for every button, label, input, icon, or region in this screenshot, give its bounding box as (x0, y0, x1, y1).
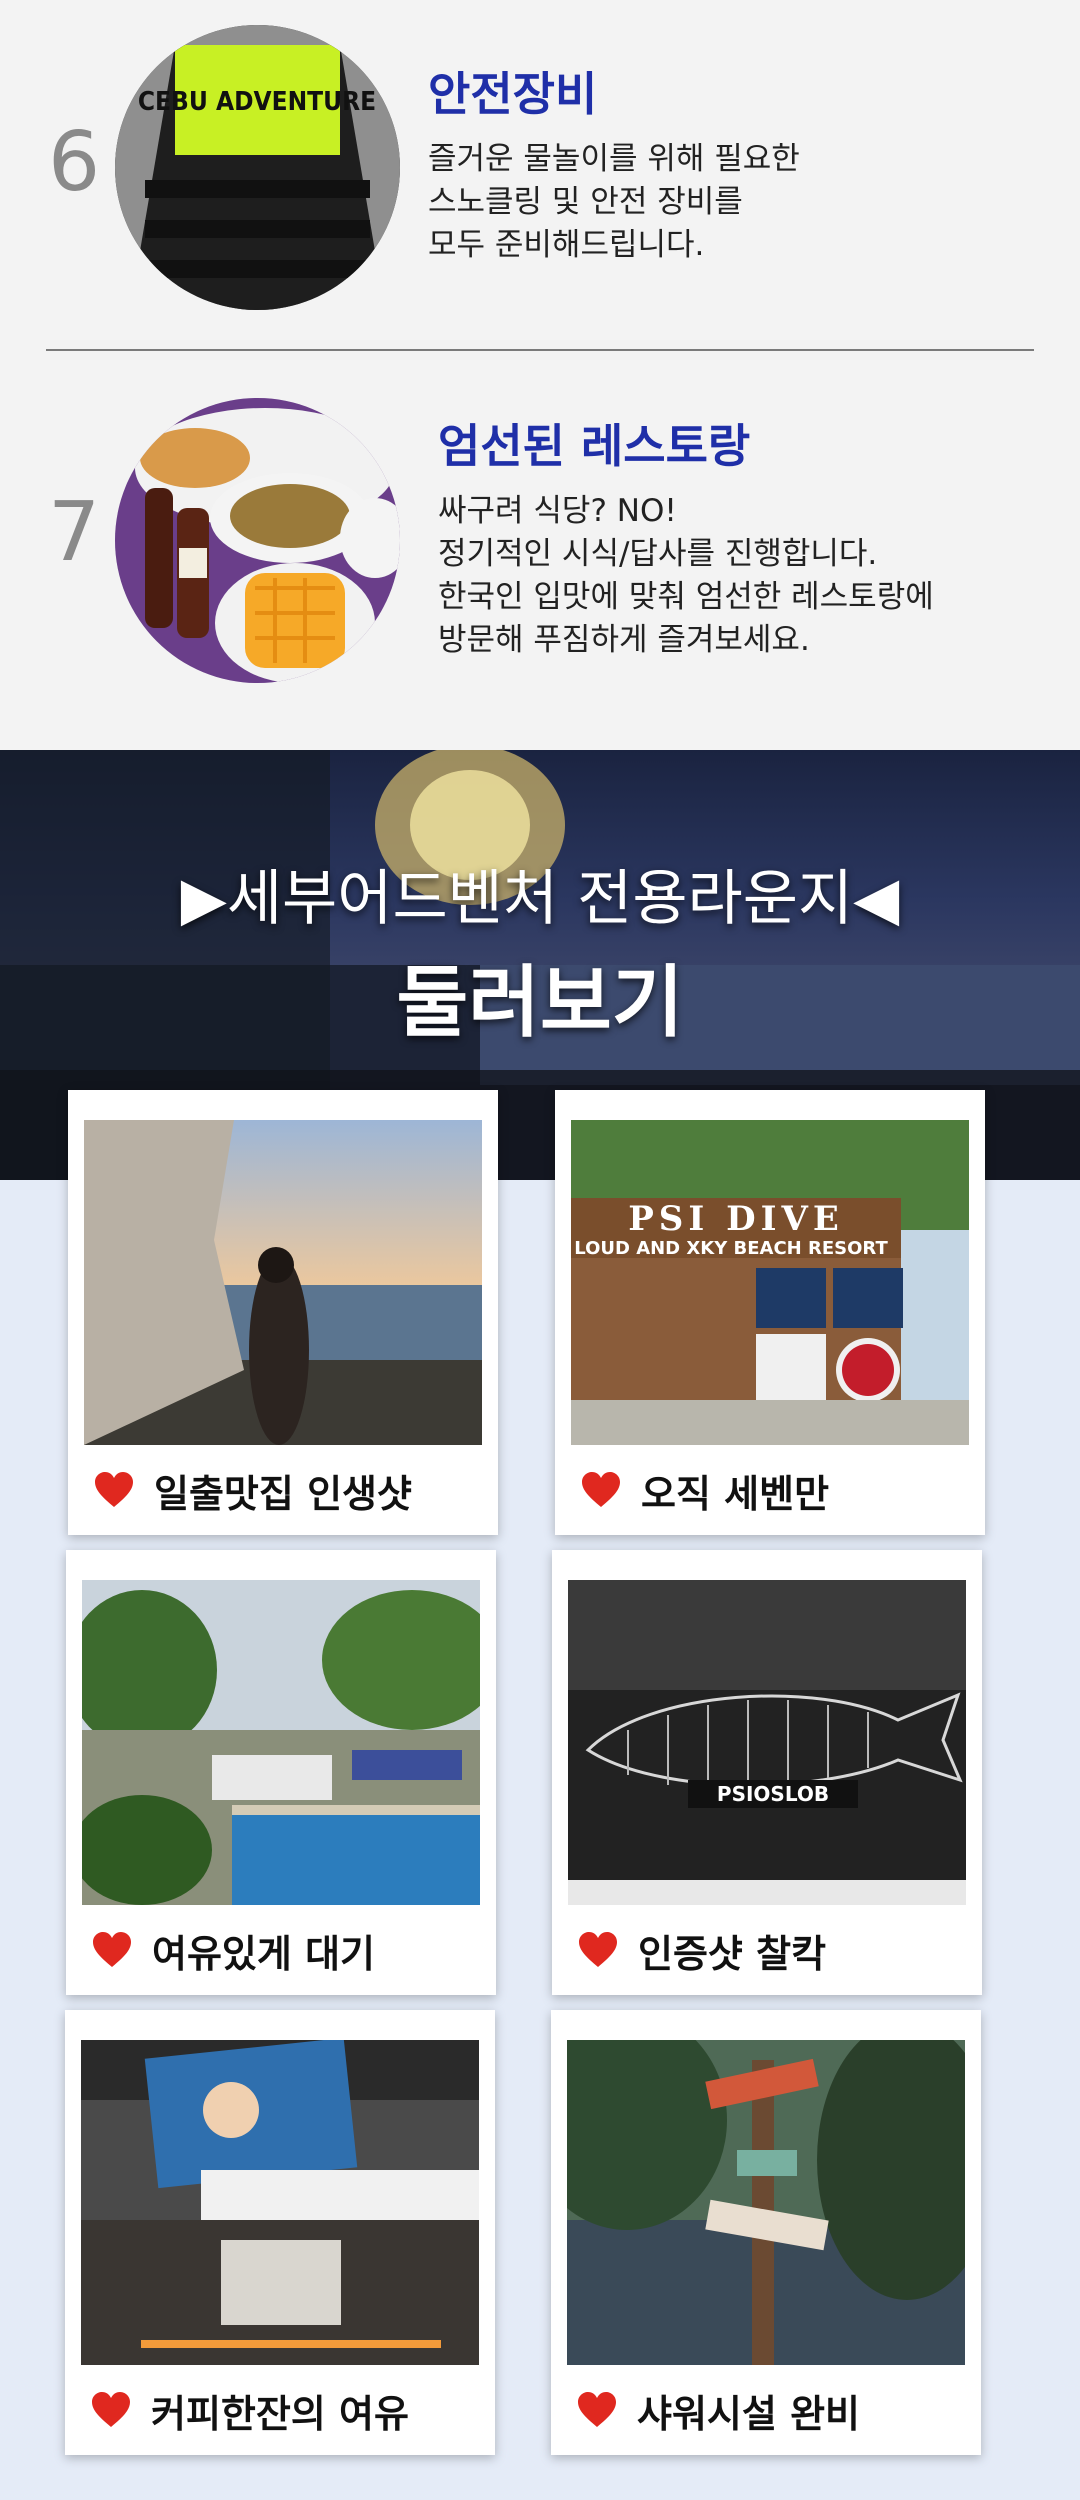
feature-title: 엄선된 레스토랑 (438, 419, 751, 473)
feature-description: 싸구려 식당? NO! 정기적인 시식/답사를 진행합니다. 한국인 입맛에 맞… (438, 490, 934, 662)
heart-icon (578, 2392, 616, 2427)
gallery-caption: 샤워시설 완비 (577, 2385, 860, 2436)
heart-icon (582, 1472, 620, 1507)
gallery-caption-text: 여유있게 대기 (152, 1931, 375, 1976)
sign-text: PSI DIVE (628, 1199, 844, 1239)
gallery-caption-text: 샤워시설 완비 (637, 2391, 860, 2436)
feature-desc-line: 싸구려 식당? NO! (438, 493, 677, 529)
gallery-caption: 오직 세벤만 (581, 1465, 830, 1516)
pool-area-photo (82, 1580, 480, 1905)
gallery-caption-text: 커피한잔의 여유 (151, 2391, 409, 2436)
feature-desc-line: 즐거운 물놀이를 위해 필요한 (428, 141, 800, 177)
gallery-caption-text: 일출맛집 인생샷 (154, 1471, 412, 1516)
feature-desc-line: 모두 준비해드립니다. (428, 227, 705, 263)
heart-icon (93, 1932, 131, 1967)
psi-dive-sign-photo: PSI DIVE LOUD AND XKY BEACH RESORT (571, 1120, 969, 1445)
heart-icon (579, 1932, 617, 1967)
features-section: 6 CEBU ADVENTURE 안전장비 즐거운 물놀이를 위해 필요한 스노… (0, 0, 1080, 750)
sculpture-label: PSIOSLOB (717, 1782, 829, 1806)
whaleshark-sculpture-photo: PSIOSLOB (568, 1580, 966, 1905)
banner-title-line2: 둘러보기 (396, 958, 684, 1048)
feature-desc-line: 정기적인 시식/답사를 진행합니다. (438, 536, 878, 572)
gallery-caption-text: 오직 세벤만 (641, 1471, 830, 1516)
gallery-card-shower: 샤워시설 완비 (551, 2010, 981, 2455)
safety-vest-image: CEBU ADVENTURE (115, 25, 400, 310)
heart-icon (95, 1472, 133, 1507)
gallery-card-whaleshark: PSIOSLOB 인증샷 찰칵 (552, 1550, 982, 1995)
feature-desc-line: 방문해 푸짐하게 즐겨보세요. (438, 622, 810, 658)
feature-desc-line: 스노클링 및 안전 장비를 (428, 184, 743, 220)
section-divider (46, 349, 1034, 351)
sunrise-photo (84, 1120, 482, 1445)
heart-icon (92, 2392, 130, 2427)
banner-title-line1: ▶세부어드벤처 전용라운지◀ (180, 864, 900, 934)
gallery-caption: 인증샷 찰칵 (578, 1925, 827, 1976)
gallery-card-sign: PSI DIVE LOUD AND XKY BEACH RESORT 오직 세벤… (555, 1090, 985, 1535)
feature-description: 즐거운 물놀이를 위해 필요한 스노클링 및 안전 장비를 모두 준비해드립니다… (428, 138, 800, 267)
gallery-card-sunrise: 일출맛집 인생샷 (68, 1090, 498, 1535)
vest-text: CEBU ADVENTURE (138, 87, 376, 117)
gallery-card-pool: 여유있게 대기 (66, 1550, 496, 1995)
gallery-caption: 여유있게 대기 (92, 1925, 375, 1976)
gallery-card-cafe: 커피한잔의 여유 (65, 2010, 495, 2455)
feature-number: 7 (48, 485, 101, 580)
feature-desc-line: 한국인 입맛에 맞춰 엄선한 레스토랑에 (438, 579, 934, 615)
feature-title: 안전장비 (428, 67, 598, 121)
cafe-photo (81, 2040, 479, 2365)
feature-restaurant: 7 엄선된 레스토랑 싸구려 식당? NO! 정기적인 시식/답사를 진행합니다… (0, 390, 1080, 710)
restaurant-food-image (115, 398, 400, 683)
sign-subtext: LOUD AND XKY BEACH RESORT (574, 1238, 888, 1259)
gallery-caption: 일출맛집 인생샷 (94, 1465, 412, 1516)
feature-safety-equipment: 6 CEBU ADVENTURE 안전장비 즐거운 물놀이를 위해 필요한 스노… (0, 20, 1080, 340)
feature-number: 6 (48, 115, 101, 210)
gallery-caption: 커피한잔의 여유 (91, 2385, 409, 2436)
gallery-caption-text: 인증샷 찰칵 (638, 1931, 827, 1976)
shower-facility-photo (567, 2040, 965, 2365)
